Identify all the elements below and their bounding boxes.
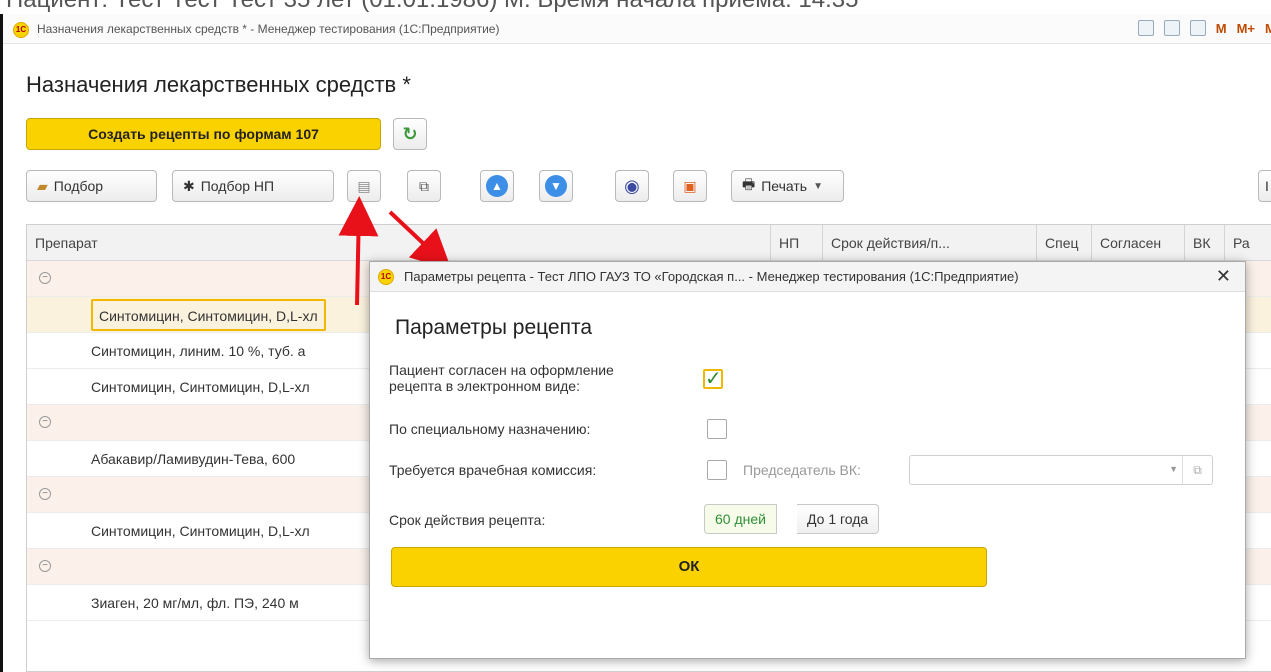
recipe-params-dialog: 1С Параметры рецепта - Тест ЛПО ГАУЗ ТО …	[369, 261, 1246, 659]
dialog-title: Параметры рецепта - Тест ЛПО ГАУЗ ТО «Го…	[404, 269, 1019, 284]
1c-logo-icon: 1С	[378, 269, 394, 285]
chairman-label: Председатель ВК:	[743, 462, 861, 478]
annotation-arrow-up	[338, 196, 379, 306]
special-label: По специальному назначению:	[389, 421, 591, 437]
close-icon[interactable]: ✕	[1216, 266, 1231, 287]
consent-label: Пациент согласен на оформление рецепта в…	[389, 362, 614, 394]
dialog-titlebar: 1С Параметры рецепта - Тест ЛПО ГАУЗ ТО …	[370, 262, 1245, 292]
validity-label: Срок действия рецепта:	[389, 512, 546, 528]
open-form-icon[interactable]: ⧉	[1182, 456, 1212, 484]
validity-1-year[interactable]: До 1 года	[797, 504, 880, 534]
special-checkbox[interactable]	[707, 419, 727, 439]
chevron-down-icon[interactable]: ▼	[1169, 464, 1178, 474]
commission-checkbox[interactable]	[707, 460, 727, 480]
dialog-heading: Параметры рецепта	[395, 316, 593, 339]
validity-60-days[interactable]: 60 дней	[704, 504, 777, 534]
consent-checkbox[interactable]: ✓	[703, 369, 723, 389]
ok-button[interactable]: ОК	[391, 547, 987, 587]
chairman-input[interactable]: ▼ ⧉	[909, 455, 1213, 485]
annotation-arrow-down	[388, 210, 452, 271]
commission-label: Требуется врачебная комиссия:	[389, 462, 597, 478]
